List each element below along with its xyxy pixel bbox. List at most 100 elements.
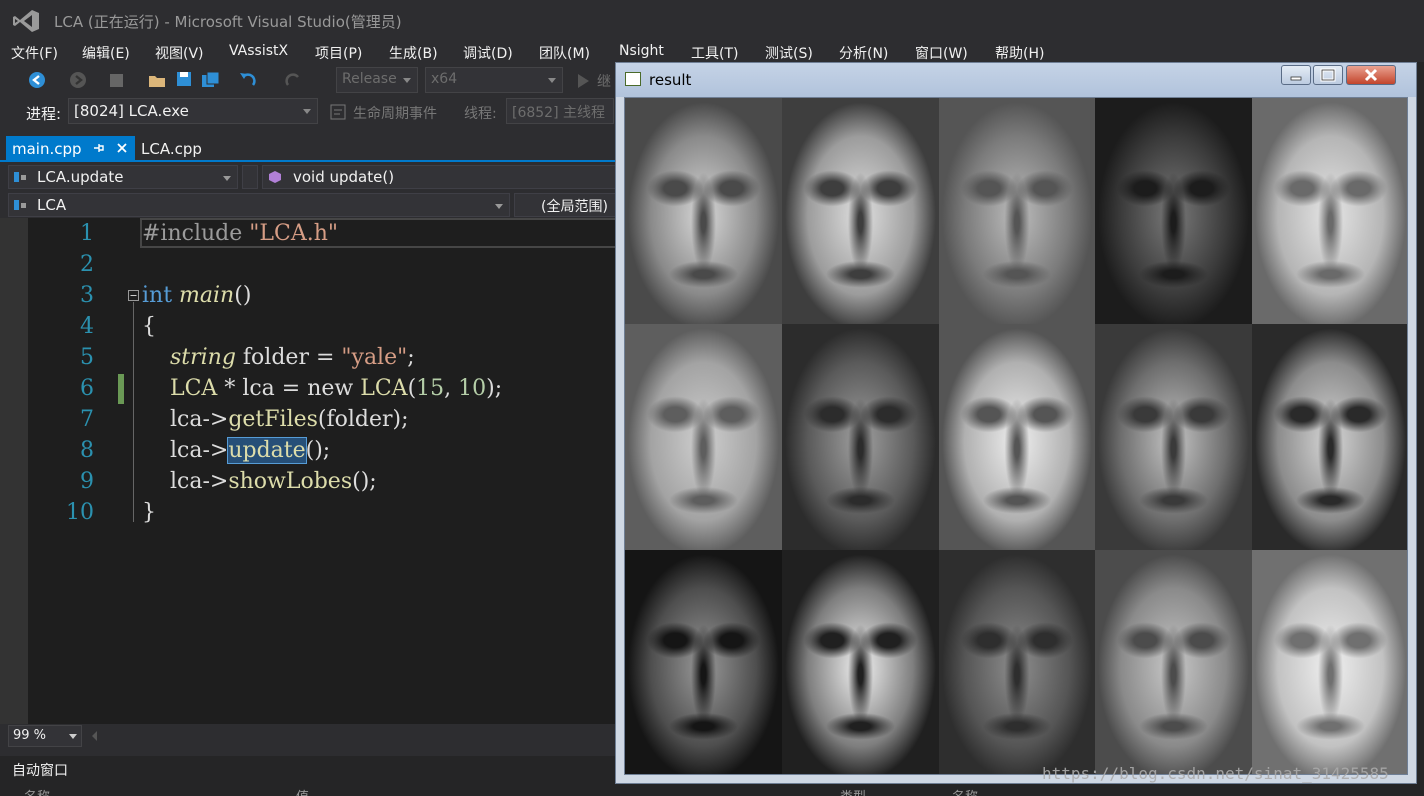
maximize-button[interactable] xyxy=(1313,65,1343,85)
tab-main-cpp[interactable]: main.cpp xyxy=(6,136,135,162)
column-name[interactable]: 名称 xyxy=(24,786,50,796)
code-editor[interactable]: 1 2 3 4 5 6 7 8 9 10 #include "LCA.h" in… xyxy=(0,218,616,724)
menu-edit[interactable]: 编辑(E) xyxy=(82,43,130,63)
maximize-icon xyxy=(1320,68,1336,82)
chevron-down-icon xyxy=(548,78,556,83)
menu-vassistx[interactable]: VAssistX xyxy=(229,43,288,59)
face-tile xyxy=(781,324,939,550)
window-title: LCA (正在运行) - Microsoft Visual Studio(管理员… xyxy=(54,13,402,31)
pin-icon[interactable] xyxy=(92,142,104,154)
minimize-icon xyxy=(1290,76,1302,81)
result-window-title: result xyxy=(649,71,692,89)
method-icon xyxy=(269,171,281,183)
visual-studio-logo-icon xyxy=(13,10,39,32)
menu-nsight[interactable]: Nsight xyxy=(619,43,664,59)
forward-icon[interactable] xyxy=(69,71,87,89)
menu-file[interactable]: 文件(F) xyxy=(11,43,58,63)
member-dropdown[interactable]: LCA.update xyxy=(8,165,238,189)
lifecycle-events-icon[interactable] xyxy=(330,104,346,120)
tab-label: main.cpp xyxy=(12,140,82,158)
face-tile xyxy=(1095,324,1253,550)
column-name-2[interactable]: 名称 xyxy=(952,786,978,796)
nav-spinner[interactable] xyxy=(242,165,258,189)
line-number: 3 xyxy=(80,283,94,308)
save-all-icon[interactable] xyxy=(201,71,221,89)
class-scope-value: LCA xyxy=(37,196,67,214)
class-member-icon xyxy=(14,172,26,182)
right-panel-edge xyxy=(1417,62,1424,762)
platform-dropdown[interactable]: x64 xyxy=(425,67,563,93)
thread-dropdown[interactable]: [6852] 主线程 xyxy=(506,98,614,124)
scroll-left-icon[interactable] xyxy=(90,730,98,742)
menu-view[interactable]: 视图(V) xyxy=(155,43,204,63)
code-line-7: lca->getFiles(folder); xyxy=(142,407,409,432)
lifecycle-events-label[interactable]: 生命周期事件 xyxy=(353,103,437,123)
continue-icon[interactable] xyxy=(576,73,590,89)
menu-tools[interactable]: 工具(T) xyxy=(691,43,738,63)
process-label: 进程: xyxy=(26,105,62,123)
menu-build[interactable]: 生成(B) xyxy=(389,43,438,63)
outline-guide xyxy=(133,302,134,522)
platform-value: x64 xyxy=(431,71,458,87)
thread-value: [6852] 主线程 xyxy=(512,105,606,121)
menu-bar: 文件(F) 编辑(E) 视图(V) VAssistX 项目(P) 生成(B) 调… xyxy=(0,42,1424,64)
code-line-5: string folder = "yale"; xyxy=(169,345,415,370)
new-project-icon[interactable] xyxy=(108,71,126,89)
code-line-10: } xyxy=(142,500,156,525)
column-value[interactable]: 值 xyxy=(296,786,309,796)
open-file-icon[interactable] xyxy=(148,71,166,89)
process-dropdown[interactable]: [8024] LCA.exe xyxy=(68,98,318,124)
menu-window[interactable]: 窗口(W) xyxy=(915,43,968,63)
close-button[interactable] xyxy=(1346,65,1396,85)
scope-bar: LCA (全局范围) xyxy=(0,192,616,218)
face-tile xyxy=(1095,550,1253,774)
face-tile xyxy=(781,98,939,324)
class-scope-dropdown[interactable]: LCA xyxy=(8,193,510,217)
change-marker xyxy=(118,374,124,404)
glyph-margin xyxy=(0,218,28,724)
menu-project[interactable]: 项目(P) xyxy=(315,43,362,63)
watermark: https://blog.csdn.net/sinat_31425585 xyxy=(1042,764,1389,783)
menu-help[interactable]: 帮助(H) xyxy=(995,43,1044,63)
global-scope-value: (全局范围) xyxy=(541,199,608,215)
process-value: [8024] LCA.exe xyxy=(74,102,189,120)
save-icon[interactable] xyxy=(176,71,192,87)
face-tile xyxy=(1252,98,1407,324)
undo-icon[interactable] xyxy=(238,71,258,89)
line-number: 7 xyxy=(80,407,94,432)
result-window[interactable]: result xyxy=(615,62,1417,784)
menu-debug[interactable]: 调试(D) xyxy=(463,43,513,63)
menu-analyze[interactable]: 分析(N) xyxy=(839,43,888,63)
global-scope-dropdown[interactable]: (全局范围) xyxy=(514,193,616,217)
line-number: 8 xyxy=(80,438,94,463)
line-number: 6 xyxy=(80,376,94,401)
redo-icon[interactable] xyxy=(283,71,303,89)
face-tile xyxy=(1252,550,1407,774)
code-line-3: int main() xyxy=(142,283,252,308)
menu-team[interactable]: 团队(M) xyxy=(539,43,590,63)
chevron-down-icon xyxy=(303,109,311,114)
line-number: 2 xyxy=(80,252,94,277)
continue-label[interactable]: 继 xyxy=(597,71,611,91)
tab-lca-cpp[interactable]: LCA.cpp xyxy=(135,136,208,162)
column-type[interactable]: 类型 xyxy=(840,786,866,796)
face-tile xyxy=(625,98,782,324)
function-dropdown[interactable]: void update() xyxy=(262,165,616,189)
chevron-down-icon xyxy=(403,78,411,83)
function-value: void update() xyxy=(293,168,395,186)
zoom-dropdown[interactable]: 99 % xyxy=(8,725,82,747)
back-icon[interactable] xyxy=(28,71,46,89)
chevron-down-icon xyxy=(69,734,77,739)
line-number: 4 xyxy=(80,314,94,339)
close-icon[interactable] xyxy=(116,142,128,154)
editor-status-bar: 99 % xyxy=(0,724,616,748)
minimize-button[interactable] xyxy=(1281,65,1311,85)
configuration-dropdown[interactable]: Release xyxy=(336,67,418,93)
code-line-9: lca->showLobes(); xyxy=(142,469,377,494)
face-tile xyxy=(625,324,782,550)
collapse-icon[interactable] xyxy=(128,290,139,301)
menu-test[interactable]: 测试(S) xyxy=(765,43,813,63)
code-line-4: { xyxy=(142,314,156,339)
result-titlebar[interactable]: result xyxy=(616,63,1416,97)
line-number: 1 xyxy=(80,221,94,246)
